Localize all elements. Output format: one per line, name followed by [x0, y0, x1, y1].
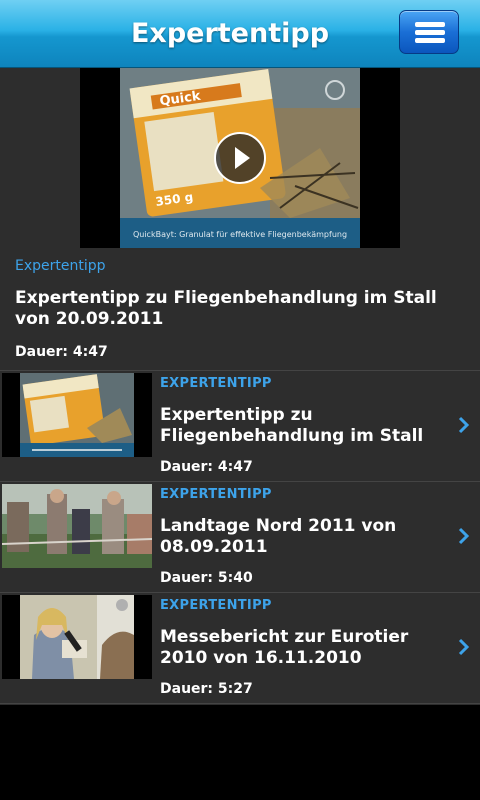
featured-video-player[interactable]: Quick 350 g QuickBayt: Granulat für effe… — [80, 68, 400, 248]
video-thumbnail — [2, 484, 152, 568]
video-thumbnail — [2, 373, 152, 457]
hamburger-menu-icon — [415, 22, 445, 27]
video-thumbnail — [2, 595, 152, 679]
chevron-right-icon — [458, 416, 470, 434]
list-bottom-divider — [0, 703, 480, 704]
item-title: Landtage Nord 2011 von 08.09.2011 — [160, 516, 397, 557]
chevron-right-icon — [458, 638, 470, 656]
featured-category: Expertentipp — [15, 258, 106, 274]
item-category: EXPERTENTIPP — [160, 598, 272, 613]
list-item[interactable]: EXPERTENTIPP Messebericht zur Eurotier 2… — [0, 592, 480, 702]
chevron-right-icon — [458, 527, 470, 545]
video-list-content: Quick 350 g QuickBayt: Granulat für effe… — [0, 68, 480, 705]
play-icon[interactable] — [214, 132, 266, 184]
item-category: EXPERTENTIPP — [160, 487, 272, 502]
featured-title[interactable]: Expertentipp zu Fliegenbehandlung im Sta… — [15, 288, 455, 330]
item-title: Expertentipp zu Fliegenbehandlung im Sta… — [160, 405, 424, 446]
item-title: Messebericht zur Eurotier 2010 von 16.11… — [160, 627, 409, 668]
item-category: EXPERTENTIPP — [160, 376, 272, 391]
thumbnail-caption: QuickBayt: Granulat für effektive Fliege… — [133, 230, 347, 239]
app-header: Expertentipp — [0, 0, 480, 68]
item-duration: Dauer: 5:40 — [160, 570, 253, 586]
menu-button[interactable] — [399, 10, 459, 54]
page-title: Expertentipp — [130, 18, 330, 49]
item-duration: Dauer: 5:27 — [160, 681, 253, 697]
featured-duration: Dauer: 4:47 — [15, 344, 108, 360]
list-item[interactable]: EXPERTENTIPP Landtage Nord 2011 von 08.0… — [0, 481, 480, 591]
item-duration: Dauer: 4:47 — [160, 459, 253, 475]
list-item[interactable]: EXPERTENTIPP Expertentipp zu Fliegenbeha… — [0, 370, 480, 480]
